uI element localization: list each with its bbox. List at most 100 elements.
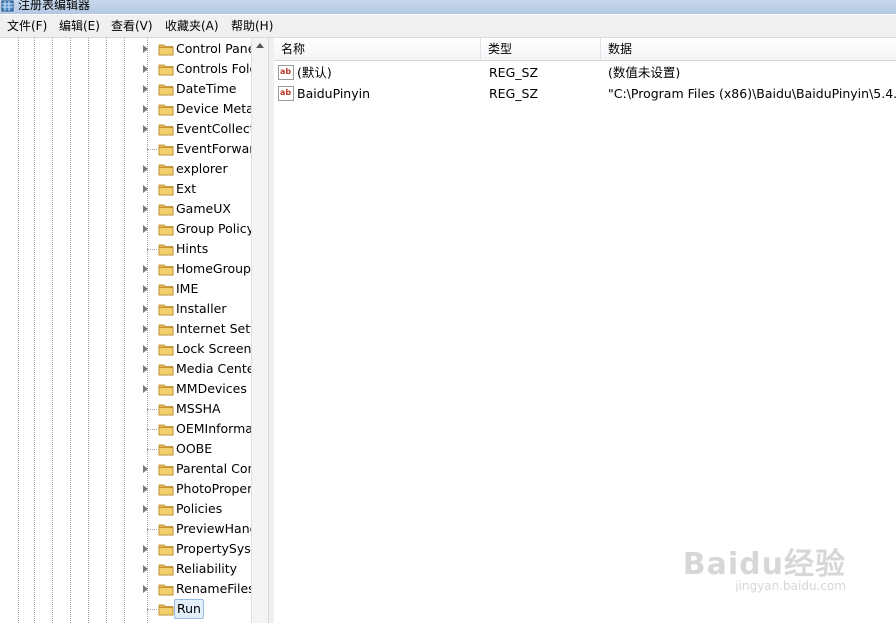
window-title: 注册表编辑器 bbox=[18, 0, 91, 12]
tree-item-label: OOBE bbox=[176, 441, 213, 456]
expand-arrow-icon[interactable] bbox=[143, 345, 148, 353]
tree-item[interactable]: PhotoPropertyHandler bbox=[140, 479, 255, 499]
expand-arrow-icon[interactable] bbox=[143, 105, 148, 113]
value-data: "C:\Program Files (x86)\Baidu\BaiduPinyi… bbox=[608, 86, 896, 101]
column-header-type[interactable]: 类型 bbox=[481, 38, 601, 60]
tree-item[interactable]: Installer bbox=[140, 299, 255, 319]
tree-item-label: Reliability bbox=[176, 561, 238, 576]
expand-arrow-icon[interactable] bbox=[143, 465, 148, 473]
tree-item-label: EventForwarding bbox=[176, 141, 252, 156]
registry-value-list[interactable]: 名称 类型 数据 ab (默认) REG_SZ (数值未设置) ab Baidu… bbox=[274, 38, 896, 623]
tree-item[interactable]: MMDevices bbox=[140, 379, 255, 399]
expand-arrow-icon[interactable] bbox=[143, 365, 148, 373]
baidu-jingyan-watermark: Baidu经验 jingyan.baidu.com bbox=[683, 539, 846, 593]
expand-arrow-icon[interactable] bbox=[143, 125, 148, 133]
column-header-data[interactable]: 数据 bbox=[601, 38, 896, 60]
tree-item[interactable]: explorer bbox=[140, 159, 255, 179]
expand-arrow-icon[interactable] bbox=[143, 185, 148, 193]
tree-item[interactable]: Device Metadata bbox=[140, 99, 255, 119]
string-value-icon: ab bbox=[278, 86, 294, 101]
tree-item[interactable]: Run bbox=[140, 599, 255, 619]
expand-arrow-icon[interactable] bbox=[143, 225, 148, 233]
tree-item[interactable]: Control Panel bbox=[140, 39, 255, 59]
expand-arrow-icon[interactable] bbox=[143, 545, 148, 553]
tree-item-label: Parental Controls bbox=[176, 461, 252, 476]
expand-arrow-icon[interactable] bbox=[143, 205, 148, 213]
folder-icon bbox=[158, 82, 174, 96]
tree-item[interactable]: OEMInformation bbox=[140, 419, 255, 439]
tree-item-label: explorer bbox=[176, 161, 228, 176]
menu-help[interactable]: 帮助(H) bbox=[230, 18, 274, 34]
tree-item[interactable]: PropertySystem bbox=[140, 539, 255, 559]
menu-edit[interactable]: 编辑(E) bbox=[58, 18, 101, 34]
tree-item[interactable]: EventForwarding bbox=[140, 139, 255, 159]
menu-favorites[interactable]: 收藏夹(A) bbox=[164, 18, 220, 34]
tree-item[interactable]: DateTime bbox=[140, 79, 255, 99]
folder-icon bbox=[158, 482, 174, 496]
expand-arrow-icon[interactable] bbox=[143, 585, 148, 593]
expand-arrow-icon[interactable] bbox=[143, 305, 148, 313]
tree-item-label: IME bbox=[176, 281, 199, 296]
watermark-brand: Baidu经验 bbox=[682, 547, 846, 582]
folder-icon bbox=[158, 602, 174, 616]
tree-item[interactable]: MSSHA bbox=[140, 399, 255, 419]
tree-branch-line bbox=[147, 429, 157, 430]
tree-item[interactable]: RenameFiles bbox=[140, 579, 255, 599]
value-type: REG_SZ bbox=[489, 86, 539, 101]
folder-icon bbox=[158, 562, 174, 576]
expand-arrow-icon[interactable] bbox=[143, 485, 148, 493]
tree-item-label: Device Metadata bbox=[176, 101, 252, 116]
tree-item[interactable]: Internet Settings bbox=[140, 319, 255, 339]
tree-item-label: Run bbox=[174, 599, 204, 619]
expand-arrow-icon[interactable] bbox=[143, 45, 148, 53]
folder-icon bbox=[158, 122, 174, 136]
tree-item[interactable]: HomeGroup bbox=[140, 259, 255, 279]
tree-item[interactable]: Group Policy bbox=[140, 219, 255, 239]
svg-text:ab: ab bbox=[280, 67, 291, 76]
expand-arrow-icon[interactable] bbox=[143, 385, 148, 393]
tree-item[interactable]: Controls Folder bbox=[140, 59, 255, 79]
value-data: (数值未设置) bbox=[608, 65, 681, 80]
tree-item-label: OEMInformation bbox=[176, 421, 252, 436]
menu-view[interactable]: 查看(V) bbox=[110, 18, 154, 34]
folder-icon bbox=[158, 542, 174, 556]
tree-item[interactable]: Policies bbox=[140, 499, 255, 519]
expand-arrow-icon[interactable] bbox=[143, 65, 148, 73]
tree-item[interactable]: Parental Controls bbox=[140, 459, 255, 479]
tree-guide-line bbox=[88, 38, 89, 623]
tree-item-label: Control Panel bbox=[176, 41, 252, 56]
expand-arrow-icon[interactable] bbox=[143, 285, 148, 293]
expand-arrow-icon[interactable] bbox=[143, 265, 148, 273]
menu-file[interactable]: 文件(F) bbox=[6, 18, 48, 34]
column-header-name[interactable]: 名称 bbox=[274, 38, 481, 60]
registry-key-tree[interactable]: Control Panel Controls Folder DateTime Devi… bbox=[0, 38, 268, 623]
folder-icon bbox=[158, 582, 174, 596]
scroll-up-arrow-icon[interactable] bbox=[256, 43, 264, 48]
value-row[interactable]: ab (默认) REG_SZ (数值未设置) bbox=[274, 62, 896, 83]
list-header: 名称 类型 数据 bbox=[274, 38, 896, 61]
folder-icon bbox=[158, 242, 174, 256]
svg-text:ab: ab bbox=[280, 88, 291, 97]
tree-item[interactable]: GameUX bbox=[140, 199, 255, 219]
tree-vertical-scrollbar[interactable] bbox=[251, 38, 268, 623]
tree-item-label: Lock Screen bbox=[176, 341, 252, 356]
expand-arrow-icon[interactable] bbox=[143, 505, 148, 513]
tree-item[interactable]: Media Center bbox=[140, 359, 255, 379]
tree-item[interactable]: Ext bbox=[140, 179, 255, 199]
tree-item[interactable]: Hints bbox=[140, 239, 255, 259]
tree-guide-line bbox=[18, 38, 19, 623]
expand-arrow-icon[interactable] bbox=[143, 325, 148, 333]
value-type: REG_SZ bbox=[489, 65, 539, 80]
tree-item[interactable]: Reliability bbox=[140, 559, 255, 579]
tree-branch-line bbox=[147, 249, 157, 250]
tree-item[interactable]: EventCollector bbox=[140, 119, 255, 139]
tree-item[interactable]: OOBE bbox=[140, 439, 255, 459]
tree-item[interactable]: IME bbox=[140, 279, 255, 299]
folder-icon bbox=[158, 522, 174, 536]
value-row[interactable]: ab BaiduPinyin REG_SZ "C:\Program Files … bbox=[274, 83, 896, 104]
expand-arrow-icon[interactable] bbox=[143, 565, 148, 573]
expand-arrow-icon[interactable] bbox=[143, 165, 148, 173]
tree-item[interactable]: Lock Screen bbox=[140, 339, 255, 359]
expand-arrow-icon[interactable] bbox=[143, 85, 148, 93]
tree-item[interactable]: PreviewHandlers bbox=[140, 519, 255, 539]
